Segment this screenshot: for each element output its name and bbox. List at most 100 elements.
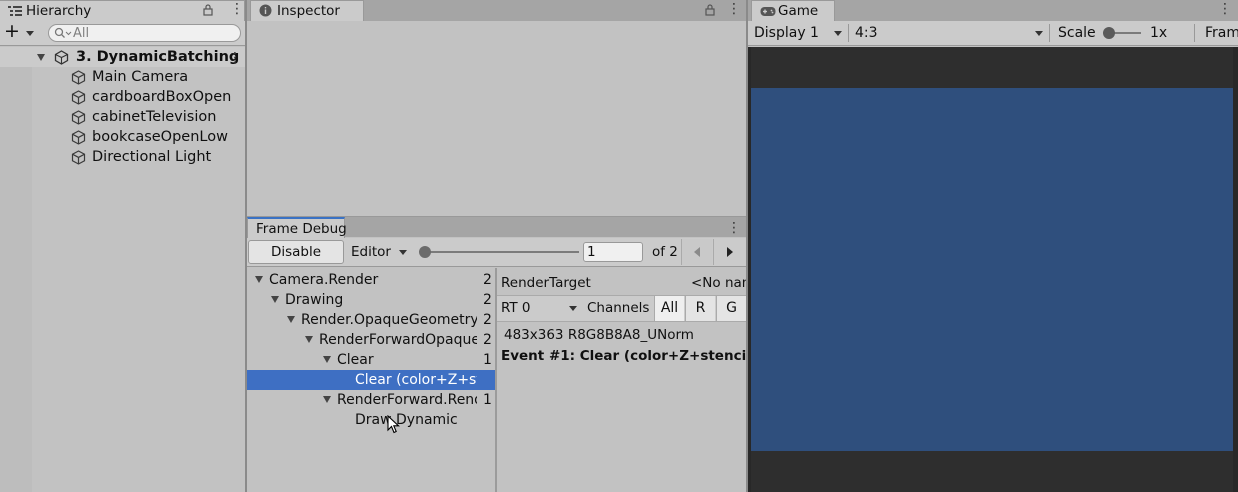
frame-debug-toolbar: Disable Editor 1 of 2 [247,238,746,267]
tab-game[interactable]: Game [751,0,835,21]
next-event-button[interactable] [713,239,744,265]
letterbox-bottom [751,451,1233,492]
info-icon [259,3,273,17]
tab-game-label: Game [778,3,819,19]
slider-track [423,251,579,253]
tab-frame-debug[interactable]: Frame Debug [247,217,347,238]
slider-thumb[interactable] [419,246,431,258]
gameobject-cube-icon [71,90,86,105]
event-tree-item[interactable]: RenderForward.RenderLoopJob [323,390,477,410]
scene-row[interactable]: 3. DynamicBatching [0,47,245,68]
chevron-down-icon[interactable] [323,356,331,363]
scale-slider[interactable] [1103,26,1143,40]
event-tree-item-label: Render.OpaqueGeometry [301,312,477,328]
hierarchy-item[interactable]: bookcaseOpenLow [0,127,245,147]
inspector-panel: Inspector [247,0,746,216]
hierarchy-item-label: Directional Light [92,149,212,165]
lock-icon[interactable] [203,4,213,16]
event-index-value: 1 [587,244,596,260]
event-tree-item[interactable]: Render.OpaqueGeometry [287,310,477,330]
hierarchy-item-label: bookcaseOpenLow [92,129,228,145]
channel-r-button[interactable]: R [685,296,715,321]
channels-label: Channels [587,300,650,316]
chevron-left-icon [694,247,700,257]
aspect-dropdown[interactable]: 4:3 [855,21,1045,45]
event-tree-item-count: 2 [483,272,492,288]
frame-label: Frame [1205,25,1238,41]
scale-label: Scale [1058,25,1096,41]
lock-icon[interactable] [705,4,715,16]
toolbar-separator [848,24,849,42]
scene-menu-icon[interactable] [228,48,242,68]
event-tree-item[interactable]: Camera.Render [255,270,477,290]
hierarchy-item[interactable]: Main Camera [0,67,245,87]
chevron-down-icon[interactable] [287,316,295,323]
hierarchy-item-label: cabinetTelevision [92,109,217,125]
letterbox-top [751,47,1233,88]
scale-value: 1x [1150,25,1168,41]
chevron-right-icon [727,247,733,257]
disable-button[interactable]: Disable [248,240,344,264]
chevron-down-icon[interactable] [323,396,331,403]
chevron-down-icon [569,306,577,311]
scale-slider-thumb[interactable] [1103,27,1115,39]
search-placeholder: All [73,26,90,41]
event-tree-item-count: 2 [483,332,492,348]
render-target-value: <No name> [691,275,746,291]
chevron-down-icon[interactable] [37,54,45,61]
frame-debug-menu-icon[interactable] [727,220,741,237]
rt-dropdown-label: RT 0 [501,300,531,316]
tab-frame-debug-label: Frame Debug [256,221,347,237]
hierarchy-item[interactable]: cardboardBoxOpen [0,87,245,107]
game-panel: Game Display 1 4:3 Scale 1x Frame [748,0,1238,492]
hierarchy-item-label: Main Camera [92,69,189,85]
tab-inspector-label: Inspector [277,3,340,19]
gameobject-cube-icon [71,110,86,125]
chevron-down-icon [834,31,842,36]
add-button[interactable]: + [4,20,20,42]
event-tree-item[interactable]: Clear [323,350,477,370]
event-tree-item-label: Draw Dynamic [355,412,458,428]
game-view[interactable] [748,47,1238,492]
game-viewport [751,88,1233,451]
inspector-menu-icon[interactable] [727,1,741,18]
frame-debug-panel: Frame Debug Disable Editor 1 of 2 Camera… [247,216,746,492]
search-input[interactable]: All [48,24,241,42]
event-tree-item-label: Clear (color+Z+stencil) [355,372,477,388]
event-tree-item-count: 2 [483,312,492,328]
prev-event-button[interactable] [681,239,712,265]
chevron-down-icon[interactable] [305,336,313,343]
toolbar-separator [1194,24,1195,42]
channel-g-button[interactable]: G [716,296,746,321]
event-total: of 2 [652,244,678,260]
display-dropdown[interactable]: Display 1 [754,21,846,45]
event-tree-item[interactable]: Clear (color+Z+stencil) [355,370,477,390]
hierarchy-item[interactable]: Directional Light [0,147,245,167]
event-tree-item[interactable]: RenderForwardOpaque [305,330,477,350]
event-tree-item[interactable]: Draw Dynamic [355,410,477,430]
format-text: 483x363 R8G8B8A8_UNorm [504,327,694,343]
chevron-down-icon[interactable] [26,31,34,36]
gameobject-cube-icon [71,70,86,85]
chevron-down-icon[interactable] [271,296,279,303]
chevron-down-icon[interactable] [255,276,263,283]
tab-inspector[interactable]: Inspector [250,0,364,21]
gameobject-cube-icon [71,130,86,145]
event-slider[interactable] [419,244,579,260]
game-menu-icon[interactable] [1218,1,1232,18]
hierarchy-menu-icon[interactable] [230,1,244,18]
channel-all-button[interactable]: All [654,296,684,321]
event-index-field[interactable]: 1 [583,242,643,262]
details-pane: RenderTarget <No name> RT 0 Channels All… [497,268,746,492]
hierarchy-item[interactable]: cabinetTelevision [0,107,245,127]
event-tree-item[interactable]: Drawing [271,290,477,310]
list-icon [8,3,22,16]
hierarchy-panel: Hierarchy + All 3. DynamicBatching Main … [0,0,245,492]
scene-name: 3. DynamicBatching [76,49,240,65]
gameobject-cube-icon [71,150,86,165]
chevron-down-icon [399,250,407,255]
game-toolbar: Display 1 4:3 Scale 1x Frame [748,21,1238,46]
rt-dropdown[interactable]: RT 0 [501,296,583,321]
editor-dropdown[interactable]: Editor [351,240,407,264]
event-tree-item-label: Clear [337,352,374,368]
